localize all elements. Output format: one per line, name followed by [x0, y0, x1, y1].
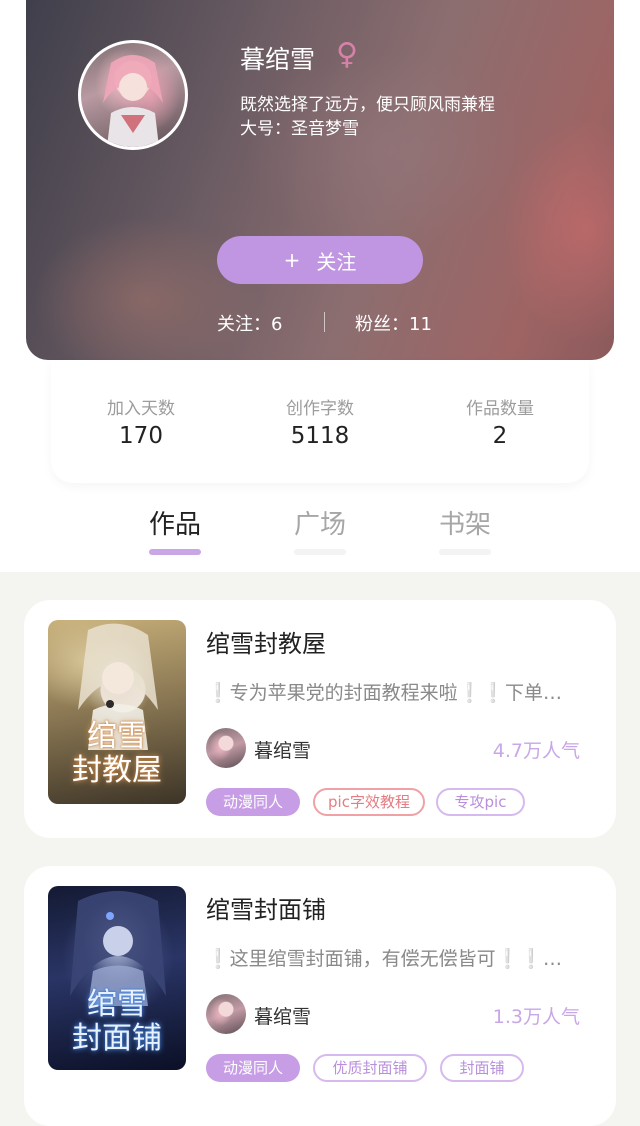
bio-line-1: 既然选择了远方，便只顾风雨兼程	[240, 95, 495, 115]
stat-join-days: 加入天数 170	[51, 394, 231, 449]
cover-title: 绾雪 封面铺	[48, 988, 186, 1056]
work-cover[interactable]: 绾雪 封面铺	[48, 886, 186, 1070]
active-tab-indicator	[149, 549, 201, 555]
tab-indicator	[294, 549, 346, 555]
popularity-count: 1.3万人气	[492, 1006, 580, 1028]
cover-title-line: 绾雪	[87, 719, 147, 754]
exclamation-icon: ❕❕	[495, 948, 544, 970]
description-tail: 下单…	[505, 682, 563, 704]
cover-title-line: 封教屋	[72, 753, 162, 788]
stat-label: 加入天数	[107, 399, 175, 419]
author-name[interactable]: 暮绾雪	[254, 736, 311, 763]
exclamation-icon: ❕	[206, 682, 230, 704]
stat-label: 创作字数	[286, 399, 354, 419]
work-title[interactable]: 绾雪封面铺	[206, 890, 326, 925]
stats-card: 加入天数 170 创作字数 5118 作品数量 2	[51, 360, 589, 483]
bio-line-2: 大号：圣音梦雪	[240, 119, 359, 139]
following-count[interactable]: 关注：6	[217, 310, 282, 336]
stat-word-count: 创作字数 5118	[230, 394, 410, 449]
profile-avatar[interactable]	[78, 40, 188, 150]
follow-stats: 关注：6 粉丝：11	[26, 310, 614, 338]
work-card[interactable]: 绾雪 封教屋 绾雪封教屋 ❕专为苹果党的封面教程来啦❕❕下单… 暮绾雪 4.7万…	[24, 600, 616, 838]
popularity-count: 4.7万人气	[492, 740, 580, 762]
stat-value: 170	[119, 423, 163, 449]
tag[interactable]: 动漫同人	[206, 1054, 300, 1082]
exclamation-icon: ❕❕	[457, 682, 506, 704]
cover-title-line: 绾雪	[87, 987, 147, 1022]
work-cover[interactable]: 绾雪 封教屋	[48, 620, 186, 804]
tag[interactable]: 优质封面铺	[313, 1054, 427, 1082]
plus-icon: +	[283, 248, 301, 272]
description-text: 专为苹果党的封面教程来啦	[229, 682, 458, 704]
follow-button[interactable]: + 关注	[217, 236, 423, 284]
work-description: ❕这里绾雪封面铺，有偿无偿皆可❕❕…	[206, 944, 596, 971]
work-card[interactable]: 绾雪 封面铺 绾雪封面铺 ❕这里绾雪封面铺，有偿无偿皆可❕❕… 暮绾雪 1.3万…	[24, 866, 616, 1126]
author-avatar[interactable]	[206, 994, 246, 1034]
tag[interactable]: 封面铺	[440, 1054, 524, 1082]
author-name[interactable]: 暮绾雪	[254, 1002, 311, 1029]
tag[interactable]: 专攻pic	[436, 788, 525, 816]
tab-indicator	[439, 549, 491, 555]
profile-header: 暮绾雪 ♀ 既然选择了远方，便只顾风雨兼程 大号：圣音梦雪 + 关注 关注：6 …	[26, 0, 614, 360]
user-name: 暮绾雪	[240, 45, 316, 74]
tab-works[interactable]: 作品	[135, 504, 215, 541]
stat-value: 2	[492, 423, 508, 449]
tab-bookshelf[interactable]: 书架	[425, 504, 505, 541]
stat-label: 作品数量	[466, 399, 534, 419]
tab-square[interactable]: 广场	[280, 504, 360, 541]
stat-work-count: 作品数量 2	[410, 394, 590, 449]
description-text: 这里绾雪封面铺，有偿无偿皆可	[229, 948, 496, 970]
description-tail: …	[543, 948, 563, 970]
avatar-illustration	[103, 55, 163, 147]
tag[interactable]: 动漫同人	[206, 788, 300, 816]
work-description: ❕专为苹果党的封面教程来啦❕❕下单…	[206, 678, 596, 705]
exclamation-icon: ❕	[206, 948, 230, 970]
fans-count[interactable]: 粉丝：11	[355, 310, 432, 336]
stat-value: 5118	[290, 423, 350, 449]
author-avatar[interactable]	[206, 728, 246, 768]
cover-title: 绾雪 封教屋	[48, 720, 186, 788]
follow-button-label: 关注	[316, 249, 357, 274]
work-title[interactable]: 绾雪封教屋	[206, 624, 326, 659]
tag[interactable]: pic字效教程	[313, 788, 425, 816]
cover-title-line: 封面铺	[72, 1021, 162, 1056]
stats-divider	[324, 312, 325, 332]
female-gender-icon: ♀	[336, 37, 358, 72]
